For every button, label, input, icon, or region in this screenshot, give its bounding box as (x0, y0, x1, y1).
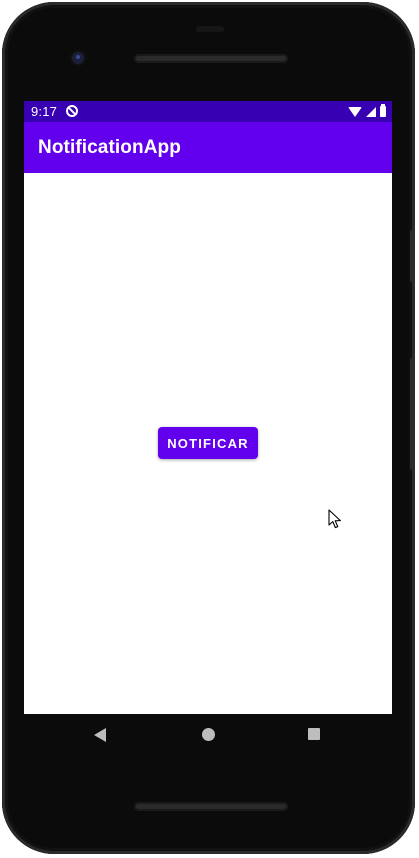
notify-button[interactable]: NOTIFICAR (158, 427, 258, 459)
app-title: NotificationApp (38, 137, 181, 158)
bottom-speaker-grille (134, 802, 288, 811)
earpiece-slot (196, 26, 224, 32)
top-speaker-grille (134, 54, 288, 63)
front-camera-icon (72, 52, 84, 64)
battery-icon (380, 104, 386, 117)
back-icon[interactable] (94, 728, 106, 742)
status-time: 9:17 (31, 104, 58, 119)
app-bar: NotificationApp (24, 122, 392, 173)
power-button[interactable] (410, 230, 415, 282)
signal-icon (366, 106, 376, 117)
status-icons (348, 104, 386, 118)
home-icon[interactable] (202, 728, 215, 741)
notification-icon (66, 105, 78, 117)
mouse-cursor-icon (328, 509, 341, 529)
wifi-icon (348, 106, 362, 117)
recents-icon[interactable] (308, 728, 320, 740)
volume-button[interactable] (410, 358, 415, 470)
status-bar: 9:17 (24, 101, 392, 122)
navigation-bar (24, 714, 392, 756)
phone-screen: 9:17 NotificationApp NOTIFICAR (24, 101, 392, 714)
